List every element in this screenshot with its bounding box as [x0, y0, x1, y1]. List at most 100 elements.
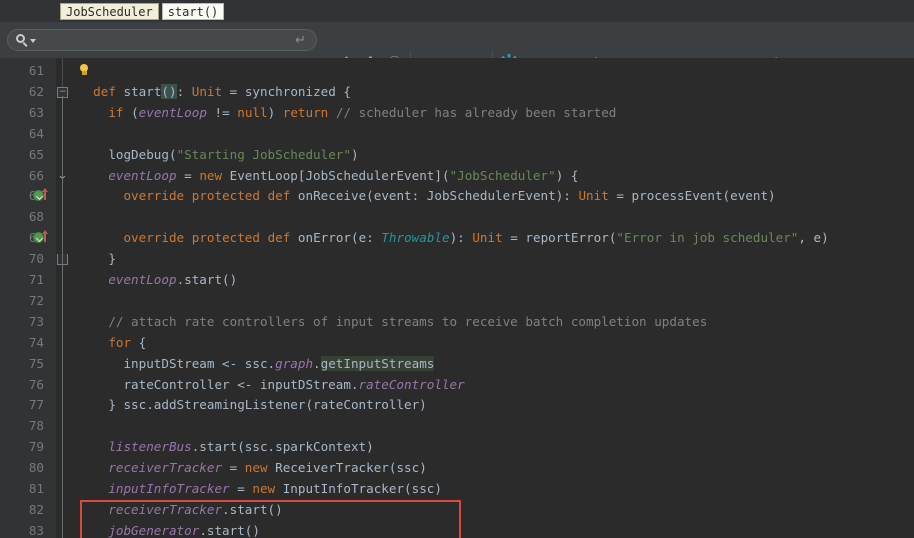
code-line[interactable]: 78 — [0, 416, 914, 437]
code-line[interactable]: 82 receiverTracker.start() — [0, 500, 914, 521]
line-number: 61 — [28, 63, 44, 78]
code-token: "Error in job scheduler" — [616, 230, 799, 246]
code-token: onError(e: — [290, 230, 382, 246]
code-text[interactable]: if (eventLoop != null) return // schedul… — [108, 103, 616, 124]
line-number: 70 — [28, 251, 44, 267]
code-text[interactable]: jobGenerator.start() — [108, 521, 260, 538]
search-input[interactable] — [39, 32, 298, 51]
code-line[interactable]: 72 — [0, 291, 914, 312]
code-token: .start() — [176, 272, 238, 287]
fold-rail-segment — [62, 95, 63, 538]
code-line[interactable]: 65 logDebug("Starting JobScheduler") — [0, 145, 914, 166]
code-line[interactable]: 70} — [0, 249, 914, 270]
line-number: 75 — [28, 355, 44, 371]
code-text[interactable]: // attach rate controllers of input stre… — [108, 312, 707, 333]
search-field[interactable]: ↵ — [7, 29, 317, 51]
code-token: jobGenerator — [108, 522, 200, 538]
code-token: "JobScheduler" — [449, 167, 556, 183]
find-toolbar: ↵ ⬆ ⬇ ☉ ⊢ ⊣ ⎙ — [0, 22, 914, 73]
code-token: def — [267, 188, 291, 204]
search-icon[interactable] — [16, 34, 30, 48]
code-token: new — [244, 460, 268, 476]
code-text[interactable]: for { — [108, 333, 146, 354]
code-content[interactable]: 61 62 def start(): Unit = synchronized {−6… — [0, 58, 914, 538]
code-token: ): — [449, 230, 473, 246]
line-number: 71 — [28, 272, 44, 287]
code-line[interactable]: 79 listenerBus.start(ssc.sparkContext) — [0, 437, 914, 458]
code-text[interactable]: override protected def onReceive(event: … — [123, 186, 775, 207]
code-text[interactable]: override protected def onError(e: Throwa… — [123, 228, 828, 249]
line-number: 79 — [28, 439, 44, 455]
code-token: protected — [191, 188, 260, 204]
code-token: ) — [350, 146, 359, 162]
code-token: new — [199, 167, 223, 183]
code-text[interactable]: } — [108, 249, 116, 270]
code-line[interactable]: 76 rateController <- inputDStream.rateCon… — [0, 375, 914, 396]
line-number: 65 — [28, 146, 44, 162]
code-token: def — [267, 230, 291, 246]
code-text[interactable]: logDebug("Starting JobScheduler") — [108, 145, 358, 166]
code-token: , e) — [798, 230, 829, 246]
code-line[interactable]: 81 inputInfoTracker = new InputInfoTracke… — [0, 479, 914, 500]
code-line[interactable]: 62 def start(): Unit = synchronized { — [0, 82, 914, 103]
code-token: eventLoop — [108, 272, 177, 287]
code-token: // scheduler has already been started — [328, 104, 617, 120]
code-text[interactable]: inputDStream <- ssc.graph.getInputStream… — [123, 354, 435, 375]
code-text[interactable]: receiverTracker.start() — [108, 500, 282, 521]
chevron-down-icon[interactable] — [30, 39, 36, 43]
code-token: ( — [123, 104, 139, 120]
code-line[interactable]: 75 inputDStream <- ssc.graph.getInputStre… — [0, 354, 914, 375]
line-number: 63 — [28, 104, 44, 120]
code-line[interactable]: 71 eventLoop.start() — [0, 270, 914, 291]
code-text[interactable]: def start(): Unit = synchronized { — [93, 82, 351, 103]
code-line[interactable]: 61 — [0, 61, 914, 82]
code-token: onReceive(event: JobSchedulerEvent): — [290, 188, 579, 204]
code-token: Throwable — [381, 230, 450, 246]
code-line[interactable]: 80 receiverTracker = new ReceiverTracker(… — [0, 458, 914, 479]
line-number: 81 — [28, 481, 44, 496]
ide-window: JobScheduler start() ↵ ⬆ ⬇ ☉ ⊢ ⊣ ⎙ — [0, 0, 914, 538]
code-text[interactable]: inputInfoTracker = new InputInfoTracker(… — [108, 479, 442, 500]
code-text[interactable]: } ssc.addStreamingListener(rateControlle… — [108, 395, 426, 416]
intention-bulb-icon[interactable] — [78, 64, 90, 78]
override-gutter-icon[interactable] — [33, 188, 48, 204]
line-number: 83 — [28, 522, 44, 538]
code-line[interactable]: 69override protected def onError(e: Thro… — [0, 228, 914, 249]
code-line[interactable]: 83 jobGenerator.start() — [0, 521, 914, 538]
code-token: .start(ssc.sparkContext) — [191, 439, 374, 455]
breadcrumb-item-class[interactable]: JobScheduler — [60, 2, 159, 20]
code-token: = — [176, 167, 200, 183]
code-token: eventLoop — [108, 167, 177, 183]
code-text[interactable]: receiverTracker = new ReceiverTracker(ss… — [108, 458, 426, 479]
code-token: def — [93, 83, 116, 99]
code-line[interactable]: 77} ssc.addStreamingListener(rateControl… — [0, 395, 914, 416]
code-token: InputInfoTracker(ssc) — [275, 481, 442, 496]
code-text[interactable]: listenerBus.start(ssc.sparkContext) — [108, 437, 373, 458]
code-token: "Starting JobScheduler" — [176, 146, 351, 162]
code-line[interactable]: 68 — [0, 207, 914, 228]
code-token: override — [123, 230, 185, 246]
line-number: 78 — [28, 418, 44, 434]
line-number: 66 — [28, 167, 44, 183]
code-line[interactable]: 74 for { — [0, 333, 914, 354]
override-gutter-icon[interactable] — [33, 230, 48, 246]
code-token: { — [335, 83, 352, 99]
line-number: 68 — [28, 209, 44, 225]
code-line[interactable]: 73 // attach rate controllers of input st… — [0, 312, 914, 333]
line-number: 76 — [28, 376, 44, 392]
code-token: receiverTracker — [108, 501, 223, 517]
code-editor[interactable]: 61 62 def start(): Unit = synchronized {−6… — [0, 58, 914, 538]
breadcrumb-item-method[interactable]: start() — [161, 2, 225, 20]
code-token: = — [222, 83, 245, 99]
code-text[interactable]: eventLoop.start() — [108, 270, 237, 291]
code-line[interactable]: 64 — [0, 124, 914, 145]
code-line[interactable]: 63 if (eventLoop != null) return // sched… — [0, 103, 914, 124]
code-text[interactable]: rateController <- inputDStream.rateContr… — [123, 375, 464, 396]
code-line[interactable]: 66 eventLoop = new EventLoop[JobScheduler… — [0, 166, 914, 187]
code-line[interactable]: 67override protected def onReceive(event… — [0, 186, 914, 207]
enter-return-icon[interactable]: ↵ — [294, 34, 307, 47]
code-text[interactable]: eventLoop = new EventLoop[JobSchedulerEv… — [108, 166, 578, 187]
